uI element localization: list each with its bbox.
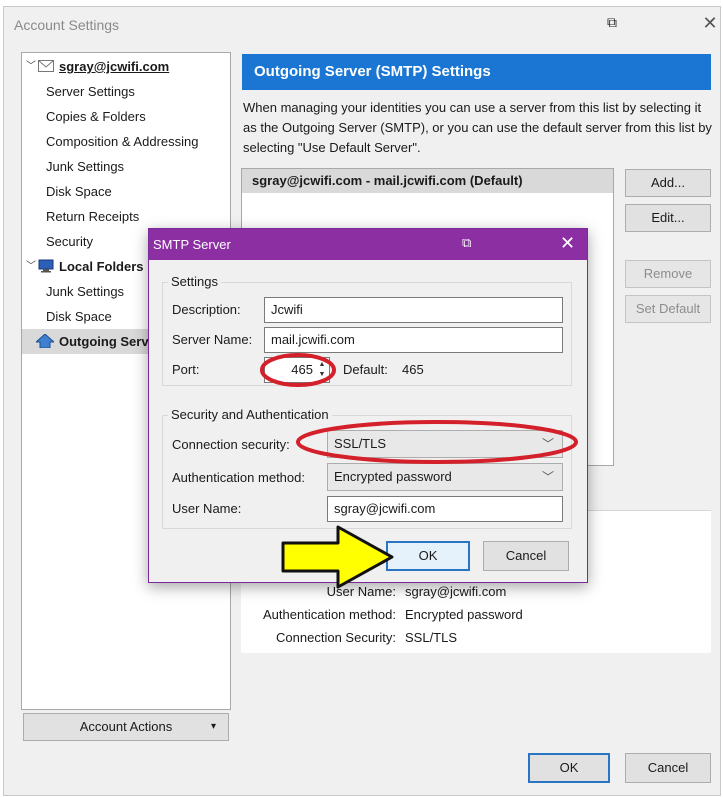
tree-item-label: Junk Settings — [46, 159, 125, 174]
tree-item-label: Composition & Addressing — [46, 134, 199, 149]
port-label: Port: — [172, 362, 200, 377]
tree-item-label: Disk Space — [46, 309, 112, 324]
server-name-label: Server Name: — [172, 332, 253, 347]
edit-server-button[interactable]: Edit... — [625, 204, 711, 232]
outgoing-server-icon — [34, 329, 56, 356]
remove-server-button[interactable]: Remove — [625, 260, 711, 288]
tree-item-composition[interactable]: Composition & Addressing — [22, 129, 230, 154]
port-default-value: 465 — [402, 362, 424, 377]
connection-security-select[interactable]: SSL/TLS ﹀ — [327, 430, 563, 458]
dialog-ok-button[interactable]: OK — [386, 541, 470, 571]
account-actions-button[interactable]: Account Actions ▾ — [23, 713, 229, 741]
tree-item-copies-folders[interactable]: Copies & Folders — [22, 104, 230, 129]
dialog-title: SMTP Server — [149, 229, 587, 260]
spin-down-icon[interactable]: ▼ — [317, 370, 327, 379]
set-default-button[interactable]: Set Default — [625, 295, 711, 323]
window-close-icon[interactable]: ✕ — [700, 14, 720, 34]
ok-button[interactable]: OK — [528, 753, 610, 783]
mail-envelope-icon — [38, 54, 54, 80]
collapse-chevron-icon[interactable]: ﹀ — [26, 54, 36, 79]
tree-item-label: Copies & Folders — [46, 109, 146, 124]
smtp-server-row[interactable]: sgray@jcwifi.com - mail.jcwifi.com (Defa… — [242, 169, 613, 193]
details-conn-value: SSL/TLS — [405, 630, 458, 645]
window-restore-icon[interactable]: ⧉ — [602, 14, 622, 34]
tree-item-label: Junk Settings — [46, 284, 125, 299]
auth-method-value: Encrypted password — [334, 469, 452, 484]
user-name-label: User Name: — [172, 501, 242, 516]
description-input[interactable]: Jcwifi — [264, 297, 563, 323]
chevron-down-icon: ﹀ — [541, 437, 554, 451]
auth-method-label: Authentication method: — [172, 470, 305, 485]
connection-security-label: Connection security: — [172, 437, 290, 452]
dialog-restore-icon[interactable]: ⧉ — [462, 235, 471, 251]
tree-item-label: Return Receipts — [46, 209, 140, 224]
connection-security-value: SSL/TLS — [334, 436, 387, 451]
auth-method-select[interactable]: Encrypted password ﹀ — [327, 463, 563, 491]
details-conn-label: Connection Security: — [276, 630, 396, 645]
dialog-cancel-button[interactable]: Cancel — [483, 541, 569, 571]
port-default-label: Default: — [343, 362, 388, 377]
panel-header: Outgoing Server (SMTP) Settings — [242, 54, 711, 90]
tree-item-label: Security — [46, 234, 93, 249]
spin-up-icon[interactable]: ▲ — [317, 360, 327, 369]
tree-item-disk-space[interactable]: Disk Space — [22, 179, 230, 204]
user-name-input[interactable]: sgray@jcwifi.com — [327, 496, 563, 522]
window-title: Account Settings — [14, 17, 120, 33]
server-name-input[interactable]: mail.jcwifi.com — [264, 327, 563, 353]
tree-local-folders-label: Local Folders — [59, 259, 144, 274]
port-stepper[interactable]: 465 ▲ ▼ — [264, 357, 330, 383]
tree-item-label: Disk Space — [46, 184, 112, 199]
tree-account-label: sgray@jcwifi.com — [59, 59, 170, 74]
chevron-down-icon: ﹀ — [541, 470, 554, 484]
cancel-button[interactable]: Cancel — [625, 753, 711, 783]
details-user-name-label: User Name: — [326, 584, 396, 599]
dialog-close-icon[interactable]: ✕ — [560, 233, 575, 253]
computer-monitor-icon — [38, 254, 54, 281]
tree-item-return-receipts[interactable]: Return Receipts — [22, 204, 230, 229]
details-auth-value: Encrypted password — [405, 607, 523, 622]
tree-item-junk-settings[interactable]: Junk Settings — [22, 154, 230, 179]
account-actions-label: Account Actions — [79, 719, 173, 734]
details-user-name-value: sgray@jcwifi.com — [405, 584, 507, 599]
add-server-button[interactable]: Add... — [625, 169, 711, 197]
collapse-chevron-icon[interactable]: ﹀ — [26, 254, 36, 279]
dropdown-arrow-icon: ▾ — [210, 721, 216, 732]
tree-account-row[interactable]: ﹀ sgray@jcwifi.com — [22, 54, 230, 79]
details-auth-label: Authentication method: — [263, 607, 396, 622]
security-group-label: Security and Authentication — [168, 407, 332, 422]
description-label: Description: — [172, 302, 241, 317]
tree-outgoing-label: Outgoing Serv — [59, 334, 149, 349]
tree-item-label: Server Settings — [46, 84, 135, 99]
tree-item-server-settings[interactable]: Server Settings — [22, 79, 230, 104]
settings-group-label: Settings — [168, 274, 221, 289]
port-value: 465 — [291, 362, 313, 377]
panel-description: When managing your identities you can us… — [243, 100, 712, 155]
